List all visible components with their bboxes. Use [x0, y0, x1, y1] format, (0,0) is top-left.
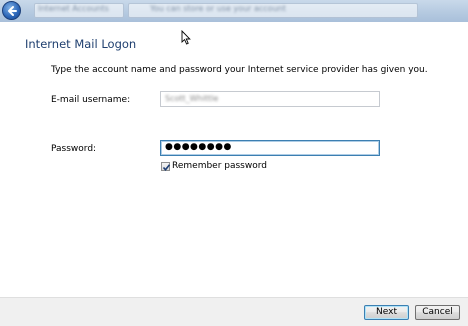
remember-password-checkbox[interactable] [161, 162, 171, 172]
page-title: Internet Mail Logon [25, 37, 137, 51]
cancel-button[interactable]: Cancel [415, 305, 460, 320]
mouse-cursor-icon [181, 30, 191, 45]
username-label: E-mail username: [51, 95, 131, 105]
password-input[interactable]: ●●●●●●●● [160, 140, 380, 156]
blurred-address-text: Internet Accounts [38, 4, 109, 13]
window-titlebar: Internet Accounts You can store or use y… [0, 0, 468, 22]
password-value: ●●●●●●●● [165, 142, 232, 152]
blurred-search-text: You can store or use your account [150, 4, 286, 13]
next-button[interactable]: Next [364, 305, 409, 320]
back-arrow-icon [8, 6, 17, 16]
checkmark-icon [162, 164, 171, 172]
username-value: Scott_Whittle [165, 94, 219, 103]
back-button[interactable] [2, 1, 21, 20]
username-input[interactable]: Scott_Whittle [160, 91, 380, 107]
remember-password-label: Remember password [172, 161, 267, 171]
instruction-text: Type the account name and password your … [51, 65, 428, 75]
password-label: Password: [51, 144, 97, 154]
